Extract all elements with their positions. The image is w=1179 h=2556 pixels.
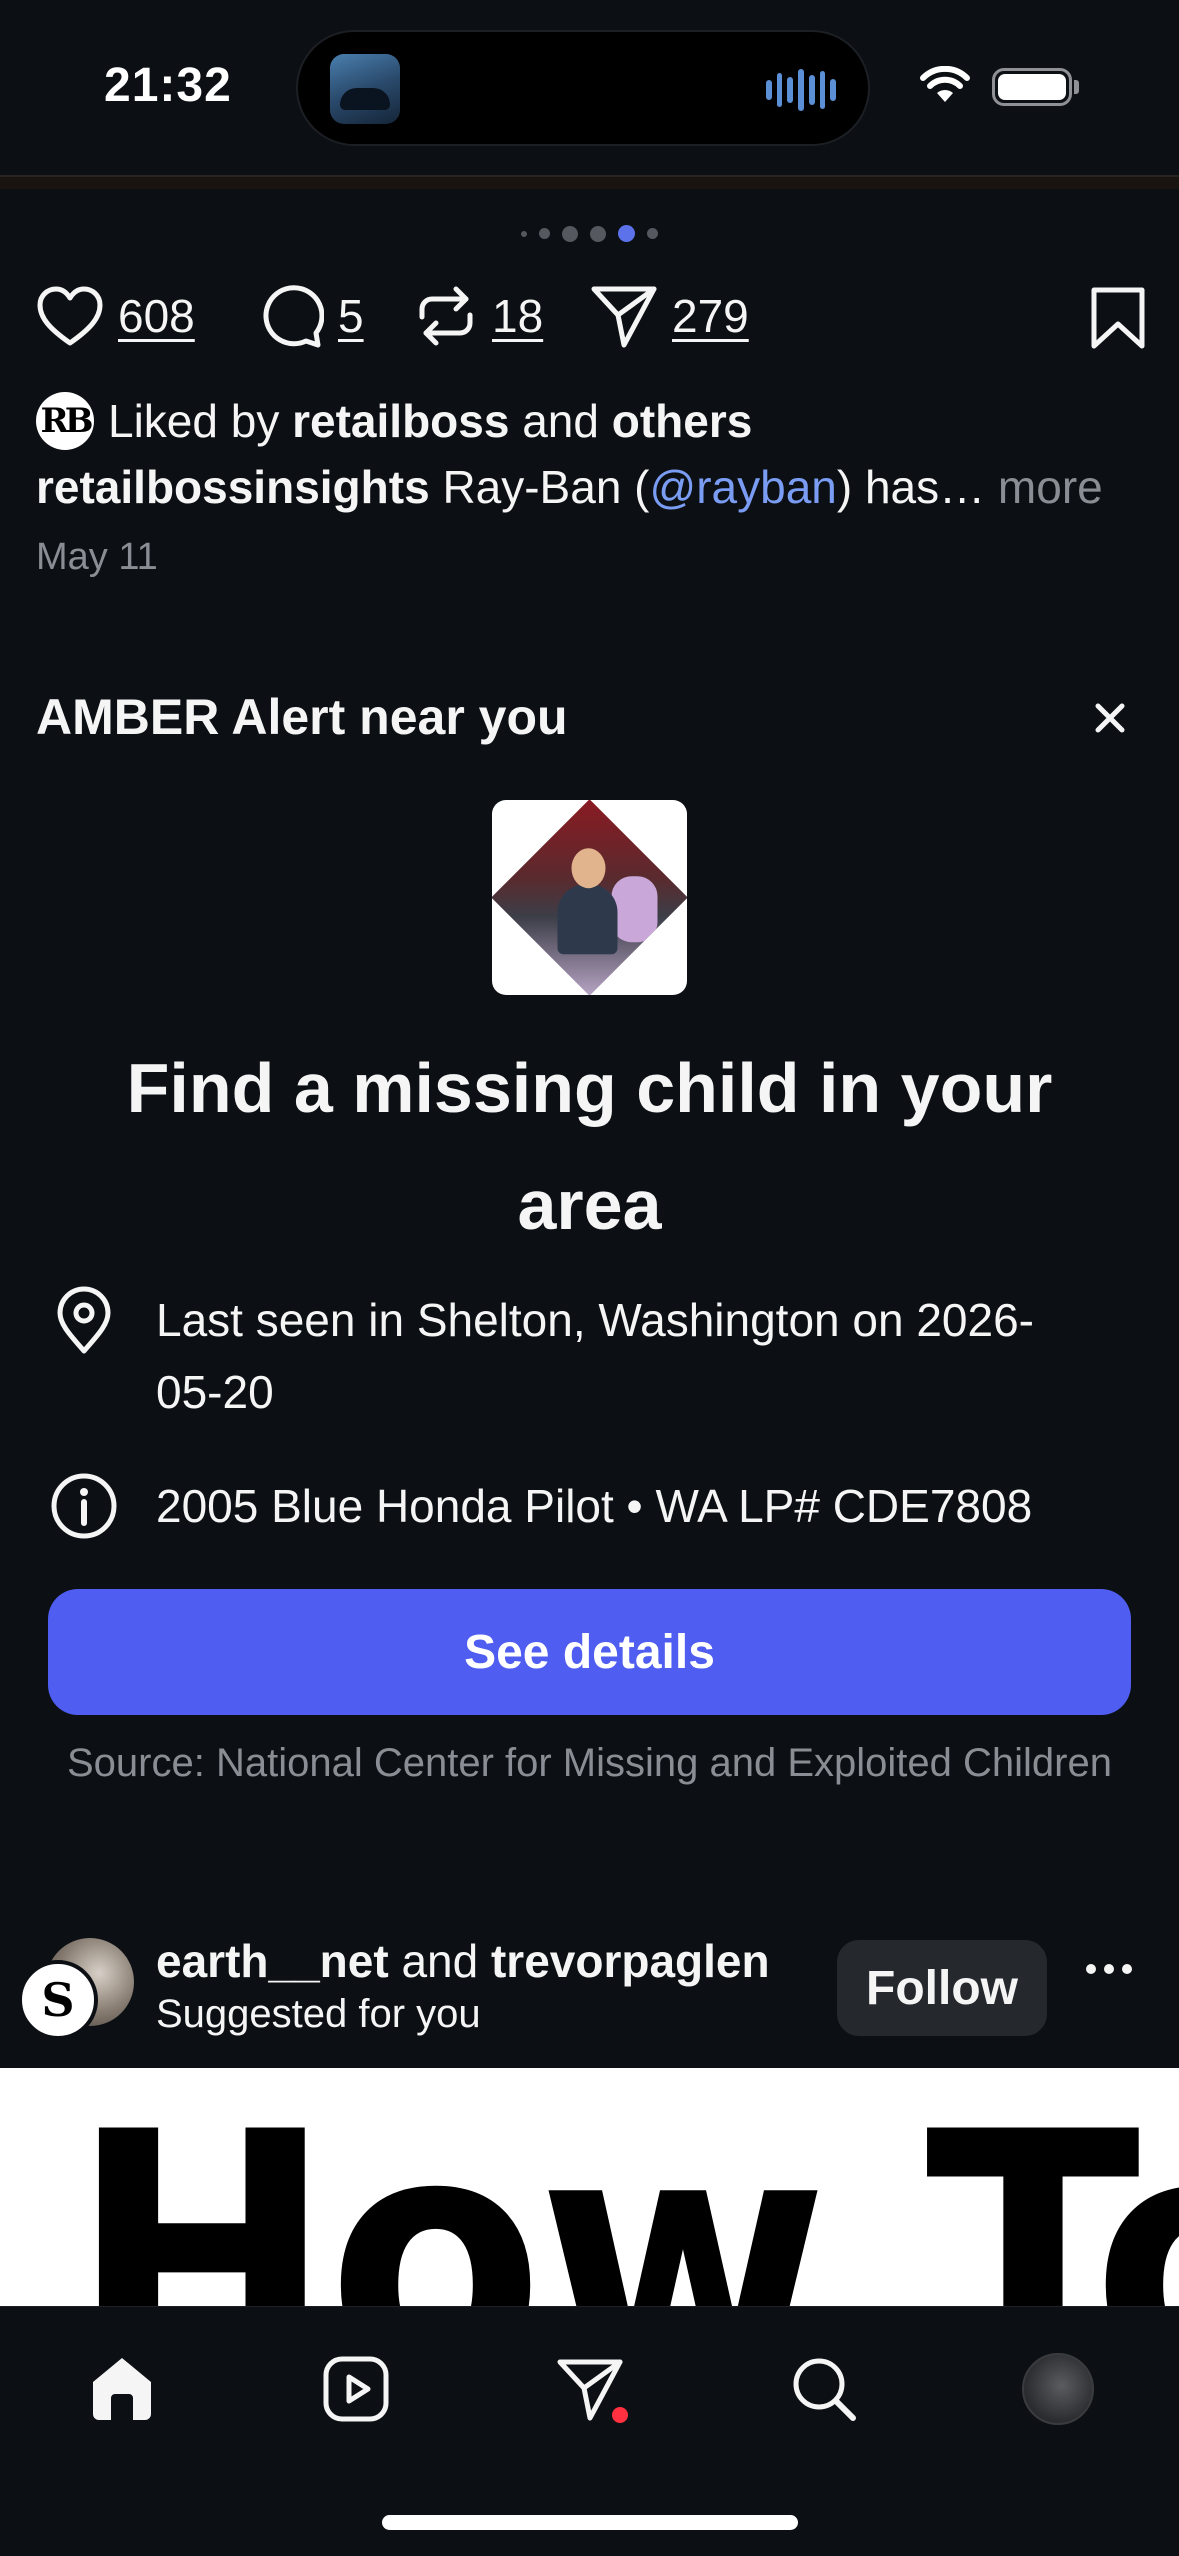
battery-icon	[992, 68, 1072, 106]
tab-reels[interactable]	[316, 2349, 396, 2429]
tab-search[interactable]	[784, 2349, 864, 2429]
carousel-dot	[521, 230, 527, 237]
liker-avatar[interactable]: RB	[36, 392, 94, 450]
caption-more-link[interactable]: more	[998, 461, 1103, 513]
now-playing-artwork	[330, 54, 400, 124]
suggested-usernames[interactable]: earth__net and trevorpaglen	[156, 1934, 770, 1988]
tab-messages[interactable]	[550, 2349, 630, 2429]
wifi-icon	[920, 66, 970, 102]
next-post-image[interactable]: How To See	[0, 2068, 1179, 2306]
previous-post-image-edge	[0, 175, 1179, 189]
vehicle-row: 2005 Blue Honda Pilot • WA LP# CDE7808	[48, 1470, 1032, 1542]
last-seen-text: Last seen in Shelton, Washington on 2026…	[156, 1294, 1034, 1418]
caption-text-before: Ray-Ban (	[442, 461, 650, 513]
notification-dot	[612, 2407, 628, 2423]
missing-child-photo	[492, 800, 687, 995]
send-icon[interactable]	[590, 283, 658, 349]
status-bar: 21:32	[0, 0, 1179, 175]
see-details-button[interactable]: See details	[48, 1589, 1131, 1715]
carousel-dot	[647, 228, 658, 239]
profile-avatar[interactable]	[1022, 2353, 1094, 2425]
like-count[interactable]: 608	[118, 289, 195, 343]
vehicle-text: 2005 Blue Honda Pilot • WA LP# CDE7808	[156, 1480, 1033, 1532]
bookmark-icon[interactable]	[1090, 286, 1146, 350]
caption-mention[interactable]: @rayban	[650, 461, 837, 513]
suggested-user-2[interactable]: trevorpaglen	[491, 1935, 770, 1987]
location-pin-icon	[48, 1284, 120, 1356]
caption-username[interactable]: retailbossinsights	[36, 461, 430, 513]
close-icon[interactable]	[1088, 696, 1132, 740]
comment-count[interactable]: 5	[338, 289, 364, 343]
caption-text-after: ) has…	[836, 461, 986, 513]
like-action[interactable]: 608	[36, 280, 195, 352]
last-seen-row: Last seen in Shelton, Washington on 2026…	[48, 1284, 1056, 1428]
post-action-row: 608 5 18 279	[36, 280, 1146, 352]
post-date: May 11	[36, 536, 158, 578]
liked-by-joiner: and	[522, 395, 599, 447]
amber-alert-title: AMBER Alert near you	[36, 689, 568, 745]
liked-by-user[interactable]: retailboss	[292, 395, 509, 447]
home-indicator[interactable]	[382, 2515, 798, 2530]
more-options-icon[interactable]	[1086, 1964, 1132, 1974]
carousel-dot	[539, 228, 550, 239]
suggested-subtitle: Suggested for you	[156, 1992, 481, 2036]
share-action[interactable]: 279	[590, 280, 749, 352]
carousel-dot	[562, 225, 578, 242]
carousel-dot	[590, 225, 606, 242]
avatar[interactable]: S	[18, 1960, 98, 2040]
tab-profile[interactable]	[1018, 2349, 1098, 2429]
suggested-avatars[interactable]: S	[18, 1932, 134, 2042]
follow-button[interactable]: Follow	[837, 1940, 1047, 2036]
amber-alert-headline: Find a missing child in your area	[126, 1049, 1053, 1244]
comment-action[interactable]: 5	[258, 280, 364, 352]
dynamic-island[interactable]	[296, 30, 870, 146]
tab-home[interactable]	[82, 2349, 162, 2429]
search-icon[interactable]	[790, 2355, 858, 2423]
suggested-joiner: and	[401, 1935, 479, 1987]
liked-by-prefix: Liked by	[108, 395, 280, 447]
carousel-dot-active	[618, 225, 635, 242]
post-caption[interactable]: retailbossinsights Ray-Ban (@rayban) has…	[36, 460, 1103, 514]
repost-action[interactable]: 18	[414, 280, 543, 352]
carousel-indicator	[0, 225, 1179, 242]
comment-icon[interactable]	[258, 283, 324, 349]
suggested-user-1[interactable]: earth__net	[156, 1935, 389, 1987]
alert-source: Source: National Center for Missing and …	[67, 1741, 1112, 1785]
reels-icon[interactable]	[322, 2355, 390, 2423]
liked-by-line[interactable]: RB Liked by retailboss and others	[36, 392, 752, 450]
heart-icon[interactable]	[36, 285, 104, 347]
next-post-image-text: How To See	[70, 2068, 1179, 2306]
liked-by-others[interactable]: others	[612, 395, 753, 447]
battery-cap	[1074, 80, 1079, 94]
info-icon	[48, 1470, 120, 1542]
share-count[interactable]: 279	[672, 289, 749, 343]
repost-icon[interactable]	[414, 283, 478, 349]
repost-count[interactable]: 18	[492, 289, 543, 343]
audio-waveform-icon	[766, 68, 837, 112]
status-time: 21:32	[104, 59, 232, 112]
home-icon[interactable]	[87, 2354, 157, 2424]
